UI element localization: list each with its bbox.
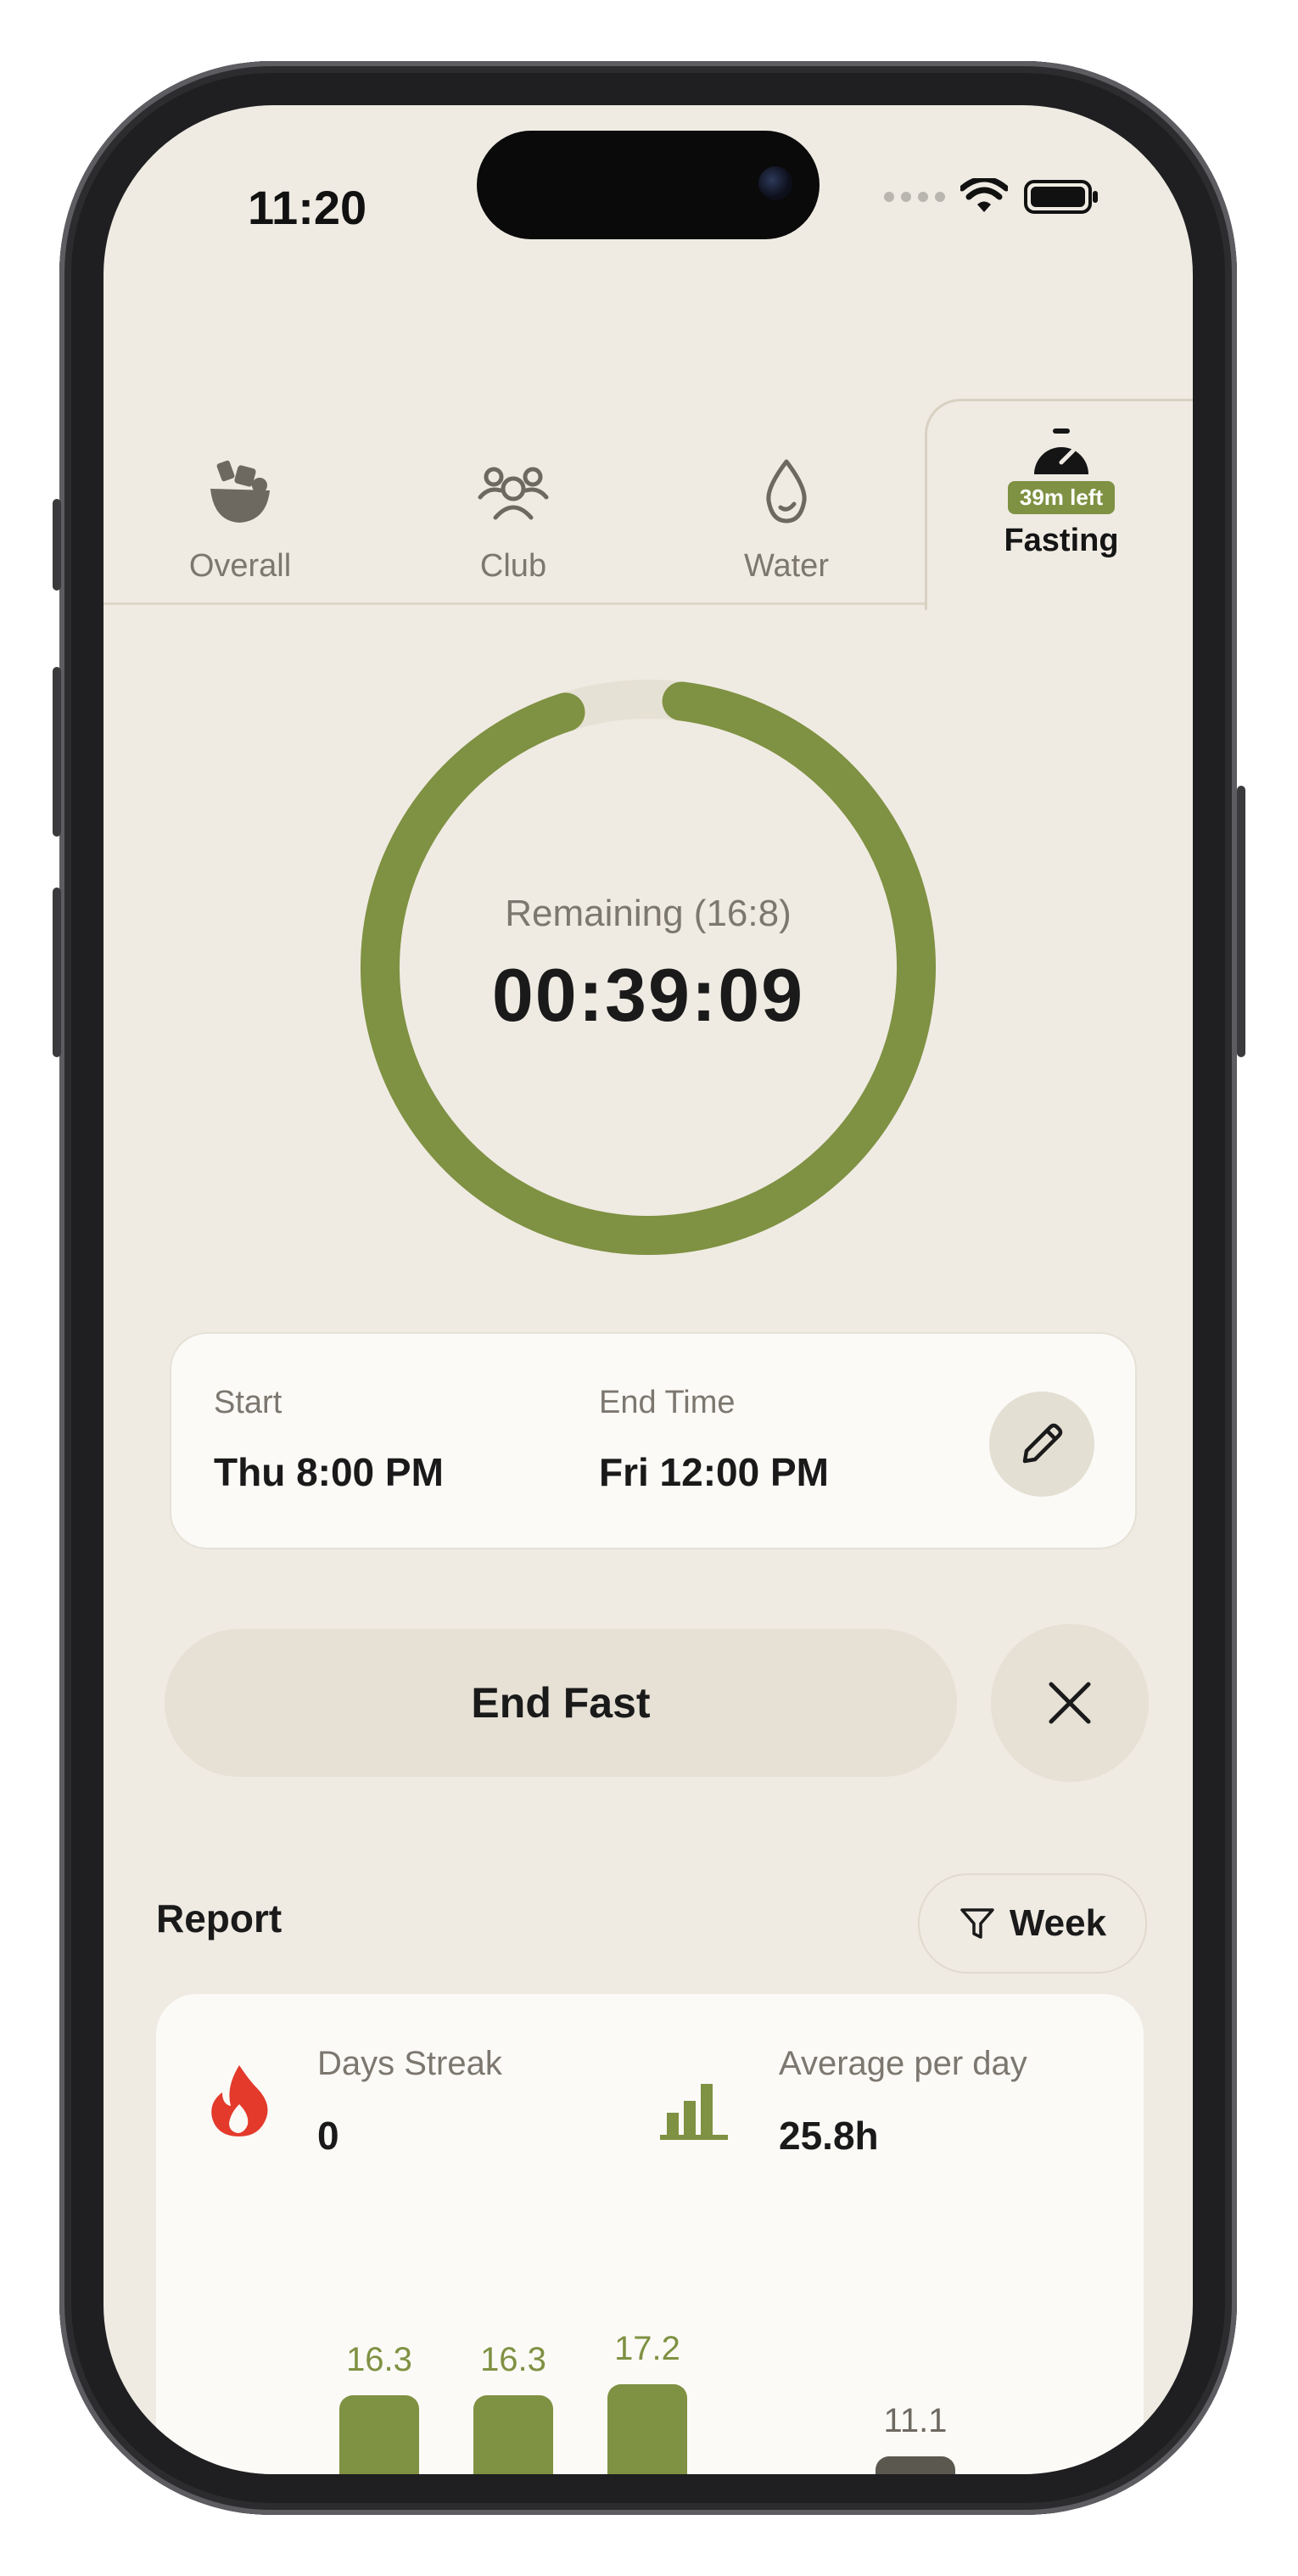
report-card: Days Streak 0 Average per day 25.8h 016.… <box>156 1994 1144 2474</box>
tab-club[interactable]: Club <box>377 433 650 602</box>
start-label: Start <box>214 1385 283 1420</box>
chart-bar[interactable] <box>876 2456 955 2474</box>
signal-dots-icon <box>884 192 945 202</box>
edit-schedule-button[interactable] <box>989 1392 1094 1497</box>
end-time-value: Fri 12:00 PM <box>599 1450 829 1494</box>
action-button <box>53 499 61 591</box>
cancel-fast-button[interactable] <box>991 1624 1149 1782</box>
tab-fasting-label: Fasting <box>1004 523 1119 558</box>
chart-value-label: 16.3 <box>480 2341 546 2378</box>
wifi-icon <box>960 178 1008 212</box>
weekly-bar-chart: 016.316.317.2011.10 <box>156 1994 1144 2474</box>
tab-club-label: Club <box>479 548 547 584</box>
tab-water-label: Water <box>744 548 829 584</box>
bowl-icon <box>210 460 270 523</box>
tab-water[interactable]: Water <box>650 433 923 602</box>
tab-overall-label: Overall <box>188 548 292 584</box>
power-button <box>1237 786 1245 1057</box>
camera-icon <box>758 166 792 200</box>
tab-fasting[interactable]: 39m left Fasting <box>925 399 1193 610</box>
chart-bar[interactable] <box>339 2395 419 2474</box>
pencil-icon <box>1022 1423 1063 1464</box>
tab-overall[interactable]: Overall <box>104 433 377 602</box>
report-title: Report <box>156 1896 283 1940</box>
chart-value-label: 17.2 <box>614 2330 680 2367</box>
end-fast-button[interactable]: End Fast <box>165 1629 957 1777</box>
start-value: Thu 8:00 PM <box>214 1450 444 1494</box>
status-time: 11:20 <box>248 181 367 234</box>
volume-down-button <box>53 888 61 1057</box>
filter-icon <box>960 1908 994 1939</box>
week-filter-button[interactable]: Week <box>918 1873 1147 1974</box>
end-time-label: End Time <box>599 1385 736 1420</box>
close-icon <box>1049 1682 1091 1724</box>
chart-bar[interactable] <box>473 2395 553 2474</box>
chart-value-label: 16.3 <box>346 2341 412 2378</box>
stopwatch-icon <box>1034 428 1088 474</box>
status-indicators <box>884 171 1099 222</box>
chart-value-label: 11.1 <box>883 2402 948 2439</box>
chart-bar[interactable] <box>607 2384 687 2474</box>
tab-divider <box>104 602 925 605</box>
volume-up-button <box>53 667 61 837</box>
remaining-label: Remaining (16:8) <box>505 893 792 934</box>
fast-schedule-card: Start Thu 8:00 PM End Time Fri 12:00 PM <box>170 1332 1137 1549</box>
battery-icon <box>1024 180 1098 214</box>
drop-icon <box>766 459 807 524</box>
fasting-badge: 39m left <box>1007 481 1116 514</box>
screen: 11:20 Overall Club Water 39m left Fastin… <box>104 105 1193 2474</box>
countdown-timer: 00:39:09 <box>491 953 805 1037</box>
people-icon <box>478 467 549 520</box>
week-filter-label: Week <box>1009 1902 1107 1944</box>
